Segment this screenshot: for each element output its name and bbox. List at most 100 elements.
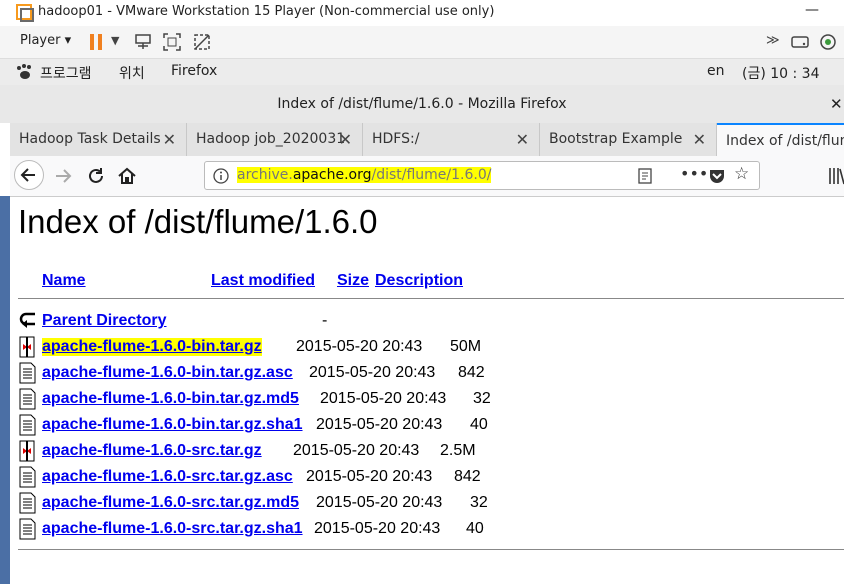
parent-directory-link[interactable]: Parent Directory — [42, 312, 167, 330]
file-row: apache-flume-1.6.0-src.tar.gz 2015-05-20 … — [10, 440, 844, 466]
archive-icon — [19, 336, 35, 358]
file-modified: 2015-05-20 20:43 — [293, 442, 420, 459]
text-file-icon — [19, 414, 36, 436]
url-bar[interactable]: archive.apache.org/dist/flume/1.6.0/ •••… — [204, 161, 760, 190]
minimize-button[interactable]: — — [805, 2, 819, 18]
file-size: 50M — [450, 338, 482, 355]
file-size: 32 — [470, 494, 488, 511]
expand-toolbar-icon[interactable]: ≫ — [766, 33, 780, 48]
text-file-icon — [19, 388, 36, 410]
tab-strip: Hadoop Task Details ✕ Hadoop job_2020031 ✕… — [10, 123, 844, 156]
file-row: apache-flume-1.6.0-bin.tar.gz.sha1 2015-0… — [10, 414, 844, 440]
file-row: apache-flume-1.6.0-src.tar.gz.sha1 2015-0… — [10, 518, 844, 544]
file-link[interactable]: apache-flume-1.6.0-bin.tar.gz.md5 — [42, 390, 299, 408]
file-row: apache-flume-1.6.0-bin.tar.gz 2015-05-20 … — [10, 336, 844, 362]
sort-by-name-link[interactable]: Name — [42, 272, 86, 290]
file-size: 842 — [458, 364, 485, 381]
file-modified: 2015-05-20 20:43 — [309, 364, 436, 381]
forward-arrow-icon[interactable] — [52, 165, 74, 187]
tab-bootstrap-example[interactable]: Bootstrap Example ✕ — [540, 123, 717, 156]
file-row: apache-flume-1.6.0-bin.tar.gz.md5 2015-05… — [10, 388, 844, 414]
file-link[interactable]: apache-flume-1.6.0-bin.tar.gz — [42, 338, 262, 356]
page-title: Index of /dist/flume/1.6.0 — [18, 203, 378, 240]
file-size: 842 — [454, 468, 481, 485]
file-row: apache-flume-1.6.0-bin.tar.gz.asc 2015-05… — [10, 362, 844, 388]
pause-icon[interactable] — [89, 33, 105, 51]
text-file-icon — [19, 362, 36, 384]
tab-index-of-flume[interactable]: Index of /dist/flum — [717, 123, 844, 156]
file-modified: 2015-05-20 20:43 — [296, 338, 423, 355]
file-link[interactable]: apache-flume-1.6.0-src.tar.gz — [42, 442, 262, 460]
clock[interactable]: (금) 10 : 34 — [742, 63, 820, 83]
firefox-title-text: Index of /dist/flume/1.6.0 - Mozilla Fir… — [277, 96, 567, 112]
tab-label: Hadoop Task Details — [19, 131, 161, 147]
sort-by-modified-link[interactable]: Last modified — [211, 272, 315, 290]
footer-divider — [18, 549, 844, 550]
file-modified: 2015-05-20 20:43 — [316, 494, 443, 511]
pause-dropdown-icon[interactable]: ▼ — [111, 34, 119, 47]
close-window-icon[interactable]: ✕ — [830, 85, 843, 123]
reader-view-icon[interactable] — [637, 168, 653, 184]
parent-directory-row: Parent Directory - — [10, 310, 844, 336]
hard-disk-icon[interactable] — [790, 33, 810, 51]
file-row: apache-flume-1.6.0-src.tar.gz.asc 2015-05… — [10, 466, 844, 492]
player-menu-label: Player — [20, 33, 61, 48]
close-tab-icon[interactable]: ✕ — [339, 123, 352, 156]
vmware-logo-icon — [16, 4, 34, 22]
tab-label: Hadoop job_2020031 — [196, 131, 346, 147]
unity-mode-icon[interactable] — [192, 32, 212, 52]
bookmark-star-icon[interactable]: ☆ — [734, 164, 749, 184]
close-tab-icon[interactable]: ✕ — [163, 123, 176, 156]
file-modified: 2015-05-20 20:43 — [316, 416, 443, 433]
reload-icon[interactable] — [85, 165, 107, 187]
sort-by-description-link[interactable]: Description — [375, 272, 463, 290]
pocket-icon[interactable] — [708, 168, 726, 184]
file-size: 40 — [466, 520, 484, 537]
header-divider — [18, 298, 844, 299]
file-size: 40 — [470, 416, 488, 433]
text-file-icon — [19, 466, 36, 488]
input-language[interactable]: en — [707, 63, 725, 79]
file-link[interactable]: apache-flume-1.6.0-src.tar.gz.sha1 — [42, 520, 303, 538]
url-text[interactable]: archive.apache.org/dist/flume/1.6.0/ — [237, 167, 492, 183]
back-folder-icon — [19, 312, 35, 328]
file-row: apache-flume-1.6.0-src.tar.gz.md5 2015-05… — [10, 492, 844, 518]
firefox-window-title: Index of /dist/flume/1.6.0 - Mozilla Fir… — [0, 85, 844, 123]
home-icon[interactable] — [116, 165, 138, 187]
file-link[interactable]: apache-flume-1.6.0-bin.tar.gz.asc — [42, 364, 293, 382]
page-actions-icon[interactable]: ••• — [680, 164, 708, 183]
archive-icon — [19, 440, 35, 462]
file-link[interactable]: apache-flume-1.6.0-bin.tar.gz.sha1 — [42, 416, 303, 434]
close-tab-icon[interactable]: ✕ — [516, 123, 529, 156]
file-link[interactable]: apache-flume-1.6.0-src.tar.gz.md5 — [42, 494, 299, 512]
tab-label: Bootstrap Example — [549, 131, 683, 147]
url-domain: apache.org — [292, 167, 372, 183]
places-menu[interactable]: 위치 — [119, 63, 145, 83]
back-button[interactable] — [14, 160, 44, 190]
file-size: 2.5M — [440, 442, 476, 459]
tab-hadoop-task-details[interactable]: Hadoop Task Details ✕ — [10, 123, 187, 156]
network-icon[interactable] — [818, 32, 838, 52]
close-tab-icon[interactable]: ✕ — [693, 123, 706, 156]
file-link[interactable]: apache-flume-1.6.0-src.tar.gz.asc — [42, 468, 293, 486]
navigation-toolbar: archive.apache.org/dist/flume/1.6.0/ •••… — [10, 156, 844, 197]
file-size: 32 — [473, 390, 491, 407]
gnome-foot-icon — [17, 64, 31, 79]
site-info-icon[interactable] — [213, 168, 229, 184]
gnome-top-bar: 프로그램 위치 Firefox en (금) 10 : 34 — [0, 59, 844, 85]
tab-hadoop-job[interactable]: Hadoop job_2020031 ✕ — [187, 123, 363, 156]
text-file-icon — [19, 518, 36, 540]
url-subdomain: archive. — [237, 167, 293, 183]
fullscreen-icon[interactable] — [162, 32, 182, 52]
vmware-titlebar: hadoop01 - VMware Workstation 15 Player … — [0, 0, 844, 26]
sort-by-size-link[interactable]: Size — [337, 272, 369, 290]
page-content: Index of /dist/flume/1.6.0 Name Last mod… — [10, 197, 844, 584]
active-app-label[interactable]: Firefox — [171, 63, 217, 79]
player-menu-button[interactable]: Player ▾ — [20, 33, 71, 48]
tab-label: Index of /dist/flum — [726, 133, 844, 149]
send-keys-icon[interactable] — [133, 32, 153, 52]
tab-hdfs[interactable]: HDFS:/ ✕ — [363, 123, 540, 156]
library-icon[interactable] — [828, 166, 844, 186]
applications-menu[interactable]: 프로그램 — [40, 63, 92, 83]
file-modified: 2015-05-20 20:43 — [314, 520, 441, 537]
